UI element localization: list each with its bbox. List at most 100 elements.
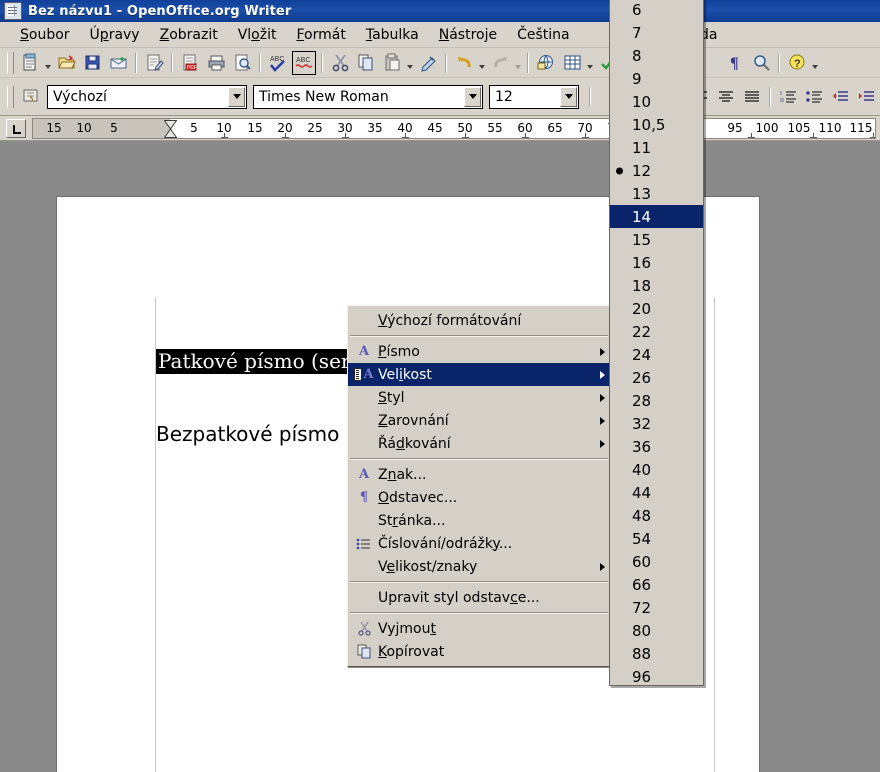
toolbar-overflow-button[interactable] xyxy=(810,52,820,74)
spellcheck-button[interactable]: ABC xyxy=(266,51,290,75)
open-document-button[interactable] xyxy=(54,51,78,75)
size-option[interactable]: 36 xyxy=(610,435,703,458)
unordered-list-button[interactable] xyxy=(802,85,826,109)
clone-formatting-button[interactable] xyxy=(416,51,440,75)
context-menu-item-odstavec[interactable]: ¶ Odstavec... xyxy=(348,486,610,509)
tab-stop-button[interactable] xyxy=(6,118,26,138)
size-option[interactable]: 9 xyxy=(610,67,703,90)
context-menu-item-stranka[interactable]: Stránka... xyxy=(348,509,610,532)
context-menu-item-kopirovat[interactable]: Kopírovat xyxy=(348,640,610,663)
context-menu-item-znak[interactable]: A Znak... xyxy=(348,463,610,486)
hyperlink-button[interactable] xyxy=(534,51,558,75)
size-option[interactable]: 28 xyxy=(610,389,703,412)
new-document-button[interactable] xyxy=(18,51,42,75)
size-option[interactable]: 10,5 xyxy=(610,113,703,136)
context-menu-item-velikost-znaky[interactable]: Velikost/znaky xyxy=(348,555,610,578)
context-menu-item-pismo[interactable]: A Písmo xyxy=(348,340,610,363)
size-option[interactable]: 22 xyxy=(610,320,703,343)
menu-format[interactable]: Formát xyxy=(286,24,355,46)
redo-button[interactable] xyxy=(488,51,512,75)
size-option[interactable]: 96 xyxy=(610,665,703,686)
size-option[interactable]: 66 xyxy=(610,573,703,596)
menu-soubor[interactable]: Soubor xyxy=(10,24,80,46)
size-option[interactable]: 7 xyxy=(610,21,703,44)
redo-dropdown[interactable] xyxy=(513,52,523,74)
help-button[interactable]: ? xyxy=(785,51,809,75)
formatting-marks-button[interactable]: ¶ xyxy=(723,51,747,75)
size-option[interactable]: 13 xyxy=(610,182,703,205)
size-option[interactable]: 80 xyxy=(610,619,703,642)
context-menu-item-styl[interactable]: Styl xyxy=(348,386,610,409)
menu-upravy[interactable]: Úpravy xyxy=(80,24,150,46)
size-option[interactable]: 6 xyxy=(610,0,703,21)
menu-cestina[interactable]: Čeština xyxy=(507,24,580,46)
font-size-dropdown-button[interactable] xyxy=(560,86,577,107)
menu-vlozit[interactable]: Vložit xyxy=(228,24,287,46)
print-button[interactable] xyxy=(204,51,228,75)
paste-dropdown[interactable] xyxy=(405,52,415,74)
save-document-button[interactable] xyxy=(80,51,104,75)
size-option[interactable]: 40 xyxy=(610,458,703,481)
undo-dropdown[interactable] xyxy=(477,52,487,74)
size-option[interactable]: 72 xyxy=(610,596,703,619)
size-option[interactable]: 24 xyxy=(610,343,703,366)
font-size-combo[interactable]: 12 xyxy=(489,84,579,109)
size-option[interactable]: 15 xyxy=(610,228,703,251)
size-option[interactable]: 48 xyxy=(610,504,703,527)
size-option[interactable]: 18 xyxy=(610,274,703,297)
size-option[interactable]: 60 xyxy=(610,550,703,573)
context-menu-item-upravit-styl-odstavce[interactable]: Upravit styl odstavce... xyxy=(348,586,610,609)
size-option[interactable]: 10 xyxy=(610,90,703,113)
size-option[interactable]: 88 xyxy=(610,642,703,665)
horizontal-ruler[interactable]: 15 10 5 5 10 15 20 25 30 35 40 45 50 55 … xyxy=(32,117,876,139)
edit-file-button[interactable] xyxy=(142,51,166,75)
size-option[interactable]: 32 xyxy=(610,412,703,435)
context-menu-item-radkovani[interactable]: Řádkování xyxy=(348,432,610,455)
menu-tabulka[interactable]: Tabulka xyxy=(356,24,429,46)
size-option[interactable]: 8 xyxy=(610,44,703,67)
indent-marker[interactable] xyxy=(164,119,177,138)
size-option-highlighted[interactable]: 14 xyxy=(610,205,703,228)
email-document-button[interactable] xyxy=(106,51,130,75)
cut-button[interactable] xyxy=(328,51,352,75)
size-option[interactable]: 11 xyxy=(610,136,703,159)
table-button[interactable] xyxy=(560,51,584,75)
decrease-indent-button[interactable] xyxy=(828,85,852,109)
context-menu-item-zarovnani[interactable]: Zarovnání xyxy=(348,409,610,432)
autospellcheck-button[interactable]: ABC xyxy=(292,50,316,75)
export-pdf-button[interactable]: PDF xyxy=(178,51,202,75)
font-size-submenu[interactable]: 6 7 8 9 10 10,5 11 12 13 14 15 16 18 20 … xyxy=(609,0,704,686)
new-document-dropdown[interactable] xyxy=(43,52,53,74)
paste-button[interactable] xyxy=(380,51,404,75)
paragraph-style-dropdown-button[interactable] xyxy=(228,86,245,107)
table-dropdown[interactable] xyxy=(585,52,595,74)
size-option-current[interactable]: 12 xyxy=(610,159,703,182)
size-option[interactable]: 16 xyxy=(610,251,703,274)
toolbar-grip[interactable] xyxy=(7,85,14,108)
context-menu-item-vyjmout[interactable]: Vyjmout xyxy=(348,617,610,640)
menu-zobrazit[interactable]: Zobrazit xyxy=(150,24,228,46)
zoom-button[interactable] xyxy=(749,51,773,75)
document-line-serif[interactable]: Patkové písmo (serif) xyxy=(156,349,375,374)
size-option[interactable]: 20 xyxy=(610,297,703,320)
context-menu-item-default-formatting[interactable]: Výchozí formátování xyxy=(348,309,610,332)
menu-nastroje[interactable]: Nástroje xyxy=(429,24,507,46)
align-center-button[interactable] xyxy=(714,85,738,109)
font-name-combo[interactable]: Times New Roman xyxy=(253,84,483,109)
size-option[interactable]: 54 xyxy=(610,527,703,550)
print-preview-button[interactable] xyxy=(230,51,254,75)
copy-button[interactable] xyxy=(354,51,378,75)
context-menu-item-cislovani-odrazky[interactable]: Číslování/odrážky... xyxy=(348,532,610,555)
size-option[interactable]: 44 xyxy=(610,481,703,504)
font-name-dropdown-button[interactable] xyxy=(464,86,481,107)
align-justified-button[interactable] xyxy=(740,85,764,109)
toolbar-grip[interactable] xyxy=(7,51,14,74)
document-line-sans[interactable]: Bezpatkové písmo xyxy=(156,423,339,446)
apply-style-icon[interactable] xyxy=(18,85,42,109)
paragraph-style-combo[interactable]: Výchozí xyxy=(47,84,247,109)
ordered-list-button[interactable]: I II xyxy=(776,85,800,109)
size-option[interactable]: 26 xyxy=(610,366,703,389)
increase-indent-button[interactable] xyxy=(854,85,878,109)
context-menu-item-velikost[interactable]: A Velikost xyxy=(348,363,610,386)
undo-button[interactable] xyxy=(452,51,476,75)
